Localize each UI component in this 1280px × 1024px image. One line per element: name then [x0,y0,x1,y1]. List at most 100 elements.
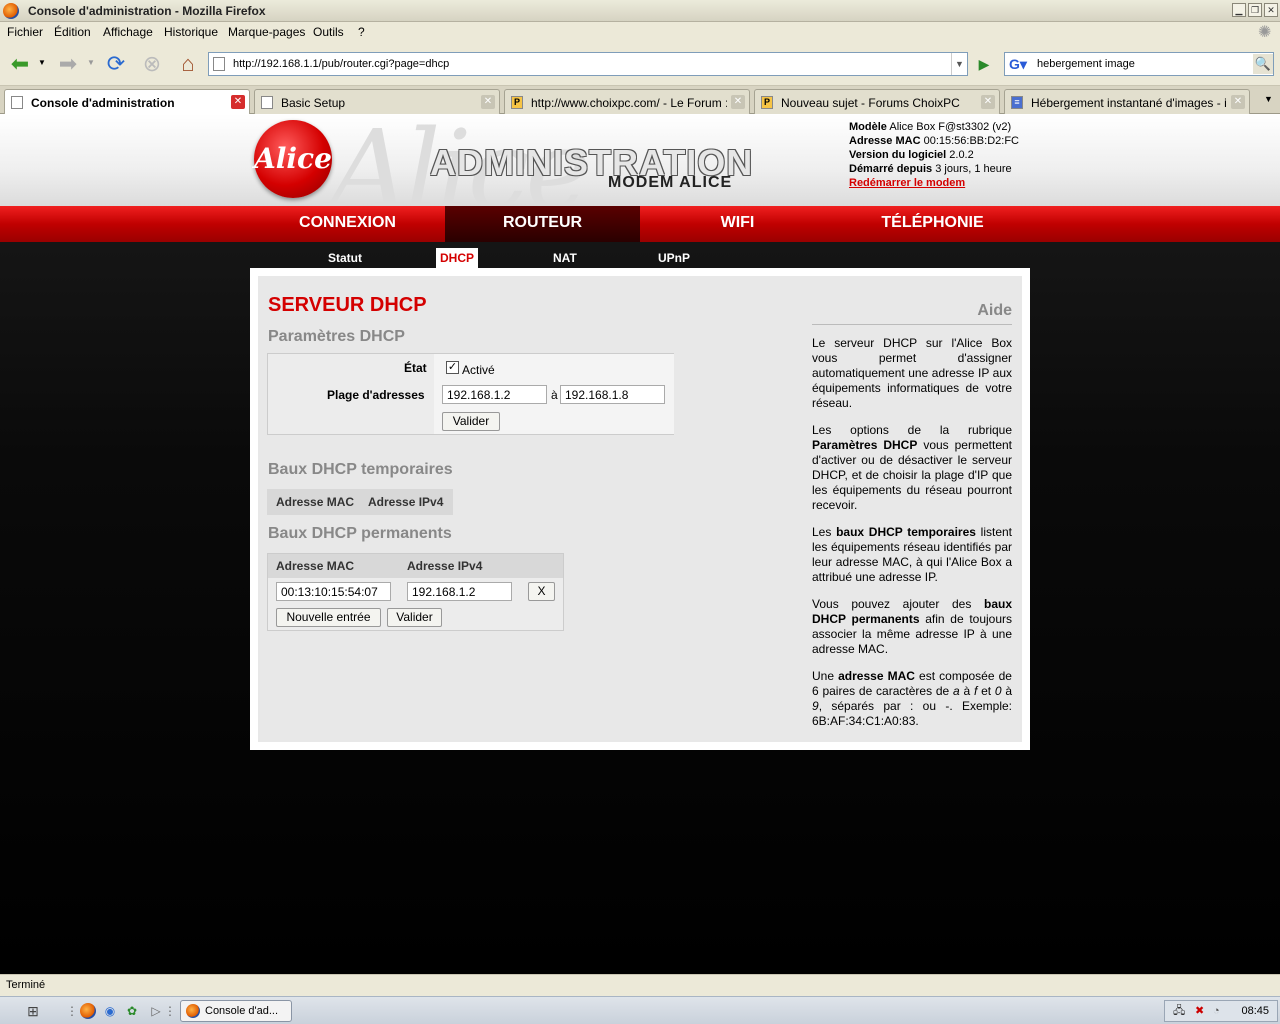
close-tab-icon[interactable]: ✕ [231,95,245,109]
dhcp-params-heading: Paramètres DHCP [268,328,405,345]
tab-label: Console d'administration [31,96,175,110]
firefox-quicklaunch-icon[interactable] [80,1003,96,1019]
p-icon: P [761,96,773,109]
delete-entry-button[interactable]: X [528,582,555,601]
version-value: 2.0.2 [949,149,974,161]
subnav-dhcp[interactable]: DHCP [436,248,479,268]
menu-bar: Fichier Édition Affichage Historique Mar… [0,22,1280,42]
stop-icon[interactable]: ⊗ [138,50,166,78]
clock[interactable]: 08:45 [1241,1001,1269,1021]
perm-submit-button[interactable]: Valider [387,608,442,627]
firefox-icon [3,3,19,19]
subnav-nat[interactable]: NAT [553,248,577,268]
page-header: Alice Alice ADMINISTRATION MODEM ALICE M… [0,106,1280,234]
close-tab-icon[interactable]: ✕ [731,95,745,109]
search-bar[interactable]: G▾ hebergement image 🔍 [1004,52,1274,76]
temp-leases-heading: Baux DHCP temporaires [268,461,453,478]
site-icon: ≡ [1011,96,1023,109]
search-input[interactable]: hebergement image [1037,58,1135,70]
search-icon[interactable]: 🔍 [1253,54,1273,74]
params-submit-button[interactable]: Valider [442,412,500,431]
menu-affichage[interactable]: Affichage [103,25,153,39]
range-label: Plage d'adresses [327,388,425,402]
tab-hebergement-images[interactable]: ≡ Hébergement instantané d'images - im..… [1004,89,1250,114]
content-inner: SERVEUR DHCP Paramètres DHCP État ✓ Acti… [258,276,1022,742]
restart-modem-link[interactable]: Redémarrer le modem [849,177,965,189]
taskbar-item-firefox[interactable]: Console d'ad... [180,1000,292,1022]
url-bar[interactable]: http://192.168.1.1/pub/router.cgi?page=d… [208,52,968,76]
new-entry-button[interactable]: Nouvelle entrée [276,608,381,627]
close-window-button[interactable]: ✕ [1264,3,1278,17]
maximize-button[interactable]: ❐ [1248,3,1262,17]
close-tab-icon[interactable]: ✕ [1231,95,1245,109]
temp-leases-table-header: Adresse MAC Adresse IPv4 [267,489,453,515]
perm-mac-input[interactable]: 00:13:10:15:54:07 [276,582,391,601]
help-paragraph-4: Vous pouvez ajouter des baux DHCP perman… [812,597,1013,656]
state-checkbox-label: Activé [462,363,495,377]
volume-icon[interactable]: ◔ [1213,1001,1220,1021]
perm-leases-heading: Baux DHCP permanents [268,525,452,542]
url-dropdown-icon[interactable]: ▼ [951,53,967,75]
nav-connexion[interactable]: CONNEXION [250,206,445,242]
close-tab-icon[interactable]: ✕ [981,95,995,109]
admin-subtitle: MODEM ALICE [608,174,733,191]
reload-icon[interactable]: ⟳ [102,50,130,78]
web-page: Alice Alice ADMINISTRATION MODEM ALICE M… [0,106,1280,974]
temp-col-mac: Adresse MAC [276,495,355,509]
state-checkbox[interactable]: ✓ [446,361,459,374]
go-arrow-icon[interactable]: ▶ [974,54,994,74]
range-end-input[interactable]: 192.168.1.8 [560,385,665,404]
alice-logo[interactable]: Alice [254,120,332,198]
search-engine-icon[interactable]: G▾ [1007,55,1033,73]
taskbar: ⊞ ⋮ ◉ ✿ ▷ ⋮ Console d'ad... 🖧 ✖ ◔ 08:45 [0,996,1280,1024]
nav-telephonie[interactable]: TÉLÉPHONIE [835,206,1030,242]
menu-help[interactable]: ? [358,25,365,39]
mac-value: 00:15:56:BB:D2:FC [923,135,1019,147]
perm-leases-table-header: Adresse MAC Adresse IPv4 [268,554,563,578]
help-paragraph-2: Les options de la rubrique Paramètres DH… [812,423,1012,512]
help-paragraph-5: Une adresse MAC est composée de 6 paires… [812,669,1013,728]
network-icon[interactable]: 🖧 [1173,1001,1185,1021]
minimize-button[interactable]: ▁ [1232,3,1246,17]
dhcp-params-box: État ✓ Activé Plage d'adresses 192.168.1… [267,353,674,435]
content-panel: SERVEUR DHCP Paramètres DHCP État ✓ Acti… [250,268,1030,750]
menu-fichier[interactable]: Fichier [7,25,43,39]
taskbar-grip-icon: ⋮ [164,1004,176,1018]
tab-bar: Console d'administration ✕ Basic Setup ✕… [0,86,1280,115]
subnav-statut[interactable]: Statut [328,248,362,268]
nav-routeur[interactable]: ROUTEUR [445,206,640,242]
back-arrow-icon[interactable]: ⬅ [6,50,34,78]
messenger-quicklaunch-icon[interactable]: ✿ [124,1003,140,1019]
help-paragraph-3: Les baux DHCP temporaires listent les éq… [812,525,1013,584]
range-separator: à [551,388,558,402]
tab-list-dropdown-icon[interactable]: ▼ [1264,94,1273,104]
forward-history-dropdown-icon[interactable]: ▼ [87,58,95,67]
back-history-dropdown-icon[interactable]: ▼ [38,58,46,67]
range-start-input[interactable]: 192.168.1.2 [442,385,547,404]
help-paragraph-1: Le serveur DHCP sur l'Alice Box vous per… [812,336,1012,410]
forward-arrow-icon[interactable]: ➡ [54,50,82,78]
url-text[interactable]: http://192.168.1.1/pub/router.cgi?page=d… [233,58,449,70]
nav-wifi[interactable]: WIFI [640,206,835,242]
subnav-upnp[interactable]: UPnP [658,248,690,268]
model-label: Modèle [849,121,887,133]
page-icon [213,57,225,71]
tab-nouveau-sujet[interactable]: P Nouveau sujet - Forums ChoixPC ✕ [754,89,1000,114]
start-button[interactable]: ⊞ [24,1002,42,1020]
network-warning-icon[interactable]: ✖ [1195,1001,1204,1021]
menu-edition[interactable]: Édition [54,25,91,39]
perm-col-mac: Adresse MAC [276,559,355,573]
menu-historique[interactable]: Historique [164,25,218,39]
sub-nav: Statut DHCP NAT UPnP [250,248,1030,268]
browser-quicklaunch-icon[interactable]: ◉ [102,1003,118,1019]
perm-ip-input[interactable]: 192.168.1.2 [407,582,512,601]
state-label: État [404,361,427,375]
version-label: Version du logiciel [849,149,947,161]
tab-label: Hébergement instantané d'images - im... [1031,96,1227,110]
tab-console-administration[interactable]: Console d'administration ✕ [4,89,250,115]
home-icon[interactable]: ⌂ [174,50,202,78]
window-title: Console d'administration - Mozilla Firef… [28,4,266,18]
firefox-icon [186,1004,200,1018]
menu-marque-pages[interactable]: Marque-pages [228,25,305,39]
menu-outils[interactable]: Outils [313,25,344,39]
